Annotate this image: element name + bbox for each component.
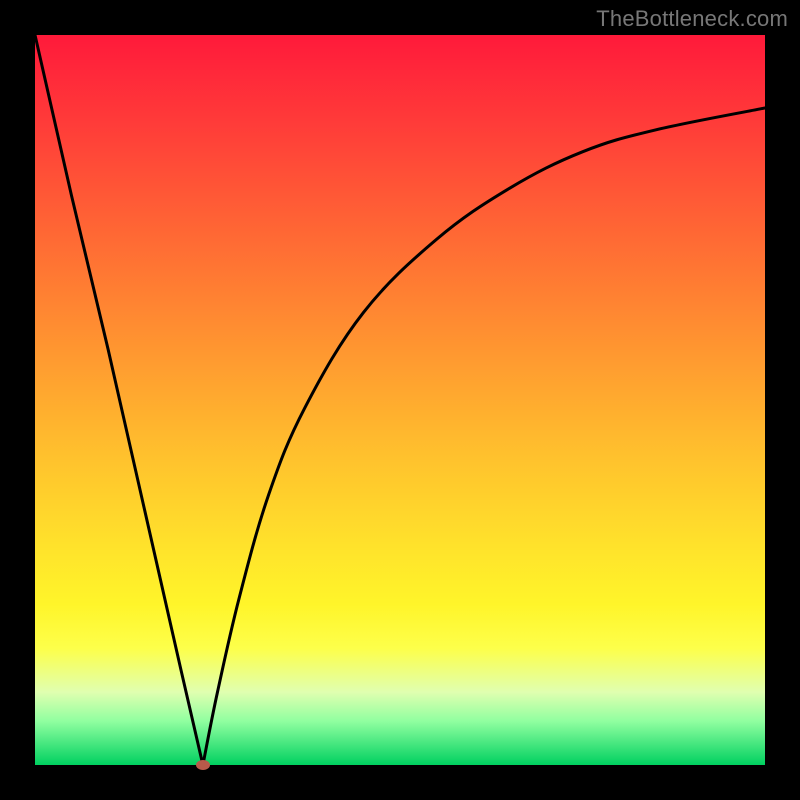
plot-area	[35, 35, 765, 765]
watermark-text: TheBottleneck.com	[596, 6, 788, 32]
chart-frame: TheBottleneck.com	[0, 0, 800, 800]
bottleneck-curve	[35, 35, 765, 765]
curve-path	[35, 35, 765, 765]
optimum-marker	[196, 760, 210, 770]
